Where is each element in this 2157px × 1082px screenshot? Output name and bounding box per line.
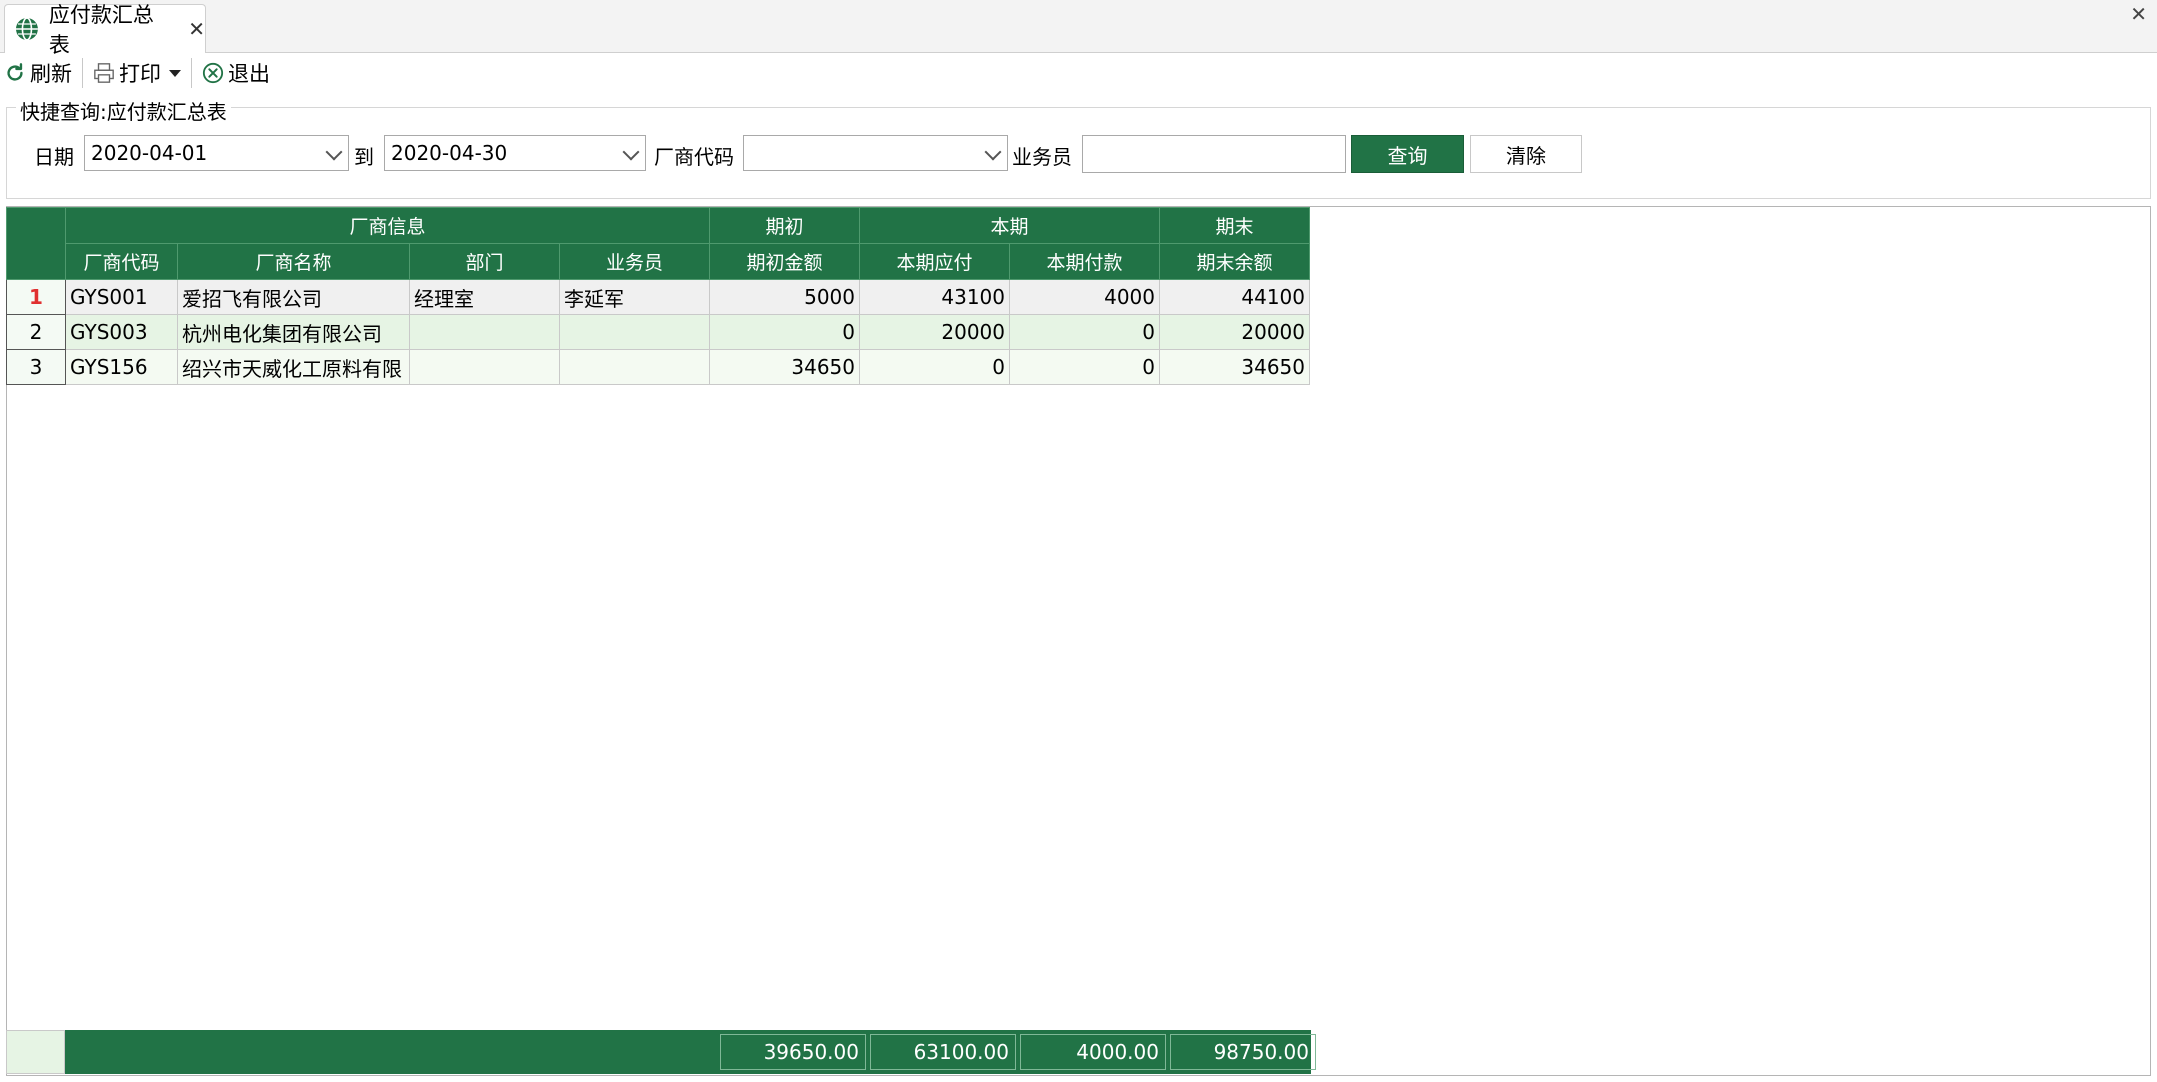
cell-vendor-code[interactable]: GYS156 bbox=[65, 349, 178, 385]
column-header-opening-amount[interactable]: 期初金额 bbox=[709, 243, 860, 280]
refresh-label: 刷新 bbox=[30, 62, 72, 86]
globe-icon bbox=[15, 17, 38, 41]
cell-vendor-code[interactable]: GYS003 bbox=[65, 314, 178, 350]
cell-salesman[interactable]: 李延军 bbox=[559, 279, 710, 315]
salesman-label: 业务员 bbox=[1012, 145, 1072, 169]
cell-department[interactable] bbox=[409, 314, 560, 350]
vendor-code-select[interactable] bbox=[743, 135, 1008, 171]
column-header-salesman[interactable]: 业务员 bbox=[559, 243, 710, 280]
cell-current-paid[interactable]: 0 bbox=[1009, 314, 1160, 350]
cell-closing-balance[interactable]: 44100 bbox=[1159, 279, 1310, 315]
to-label: 到 bbox=[354, 145, 374, 169]
chevron-down-icon[interactable] bbox=[169, 69, 181, 77]
date-to-picker[interactable]: 2020-04-30 bbox=[384, 135, 646, 171]
tab-close-icon[interactable]: ✕ bbox=[188, 17, 205, 41]
window-close-icon[interactable]: ✕ bbox=[2130, 2, 2147, 26]
cell-opening-amount[interactable]: 5000 bbox=[709, 279, 860, 315]
tab-label: 应付款汇总表 bbox=[48, 3, 154, 57]
cell-vendor-name[interactable]: 杭州电化集团有限公司 bbox=[177, 314, 410, 350]
total-current-paid: 4000.00 bbox=[1020, 1034, 1166, 1070]
total-opening-amount: 39650.00 bbox=[720, 1034, 866, 1070]
search-button[interactable]: 查询 bbox=[1351, 135, 1464, 173]
tab-bar: 应付款汇总表 ✕ ✕ bbox=[0, 0, 2157, 57]
row-number[interactable]: 2 bbox=[6, 314, 66, 350]
tab-payables-summary[interactable]: 应付款汇总表 ✕ bbox=[4, 3, 206, 57]
group-header-opening: 期初 bbox=[709, 207, 860, 244]
row-number[interactable]: 1 bbox=[6, 279, 66, 315]
cell-vendor-name[interactable]: 绍兴市天威化工原料有限 bbox=[177, 349, 410, 385]
date-to-value: 2020-04-30 bbox=[391, 141, 508, 165]
summary-corner bbox=[6, 1030, 65, 1074]
exit-button[interactable]: 退出 bbox=[198, 57, 274, 89]
chevron-down-icon[interactable] bbox=[984, 143, 1002, 161]
date-label: 日期 bbox=[34, 145, 74, 169]
cell-closing-balance[interactable]: 34650 bbox=[1159, 349, 1310, 385]
table-row[interactable]: 3 GYS156 绍兴市天威化工原料有限 34650 0 0 34650 bbox=[6, 349, 1310, 385]
exit-icon bbox=[202, 62, 224, 84]
chevron-down-icon[interactable] bbox=[325, 143, 343, 161]
cell-current-paid[interactable]: 0 bbox=[1009, 349, 1160, 385]
clear-button[interactable]: 清除 bbox=[1470, 135, 1582, 173]
refresh-icon bbox=[7, 63, 23, 81]
cell-vendor-code[interactable]: GYS001 bbox=[65, 279, 178, 315]
row-number[interactable]: 3 bbox=[6, 349, 66, 385]
group-header-current: 本期 bbox=[859, 207, 1160, 244]
column-header-closing-balance[interactable]: 期末余额 bbox=[1159, 243, 1310, 280]
cell-closing-balance[interactable]: 20000 bbox=[1159, 314, 1310, 350]
cell-department[interactable]: 经理室 bbox=[409, 279, 560, 315]
summary-bar: 39650.00 63100.00 4000.00 98750.00 bbox=[65, 1030, 1316, 1074]
table-row[interactable]: 1 GYS001 爱招飞有限公司 经理室 李延军 5000 43100 4000… bbox=[6, 279, 1310, 315]
cell-opening-amount[interactable]: 0 bbox=[709, 314, 860, 350]
cell-department[interactable] bbox=[409, 349, 560, 385]
vendor-code-label: 厂商代码 bbox=[654, 145, 734, 169]
column-header-vendor-name[interactable]: 厂商名称 bbox=[177, 243, 410, 280]
toolbar-divider bbox=[191, 58, 192, 88]
cell-salesman[interactable] bbox=[559, 349, 710, 385]
date-from-value: 2020-04-01 bbox=[91, 141, 208, 165]
cell-salesman[interactable] bbox=[559, 314, 710, 350]
date-from-picker[interactable]: 2020-04-01 bbox=[84, 135, 349, 171]
total-current-payable: 63100.00 bbox=[870, 1034, 1016, 1070]
salesman-input[interactable] bbox=[1082, 135, 1346, 173]
cell-current-paid[interactable]: 4000 bbox=[1009, 279, 1160, 315]
print-button[interactable]: 打印 bbox=[89, 57, 185, 89]
group-header-vendor-info: 厂商信息 bbox=[65, 207, 710, 244]
column-header-current-paid[interactable]: 本期付款 bbox=[1009, 243, 1160, 280]
row-number-header bbox=[6, 207, 66, 280]
column-header-vendor-code[interactable]: 厂商代码 bbox=[65, 243, 178, 280]
cell-current-payable[interactable]: 43100 bbox=[859, 279, 1010, 315]
column-header-current-payable[interactable]: 本期应付 bbox=[859, 243, 1010, 280]
exit-label: 退出 bbox=[228, 62, 270, 86]
quick-query-title: 快捷查询:应付款汇总表 bbox=[16, 96, 231, 125]
cell-vendor-name[interactable]: 爱招飞有限公司 bbox=[177, 279, 410, 315]
cell-current-payable[interactable]: 20000 bbox=[859, 314, 1010, 350]
chevron-down-icon[interactable] bbox=[622, 143, 640, 161]
toolbar-divider bbox=[82, 58, 83, 88]
table-row[interactable]: 2 GYS003 杭州电化集团有限公司 0 20000 0 20000 bbox=[6, 314, 1310, 350]
toolbar: 刷新 打印 退出 bbox=[0, 53, 2157, 93]
group-header-closing: 期末 bbox=[1159, 207, 1310, 244]
refresh-button[interactable]: 刷新 bbox=[0, 57, 76, 89]
cell-current-payable[interactable]: 0 bbox=[859, 349, 1010, 385]
cell-opening-amount[interactable]: 34650 bbox=[709, 349, 860, 385]
printer-icon bbox=[94, 63, 114, 83]
summary-footer: 39650.00 63100.00 4000.00 98750.00 bbox=[6, 1030, 1316, 1074]
total-closing-balance: 98750.00 bbox=[1170, 1034, 1316, 1070]
print-label: 打印 bbox=[119, 62, 161, 86]
payables-table: 厂商信息 期初 本期 期末 厂商代码 厂商名称 部门 业务员 期初金额 本期应付… bbox=[6, 207, 1310, 385]
column-header-department[interactable]: 部门 bbox=[409, 243, 560, 280]
